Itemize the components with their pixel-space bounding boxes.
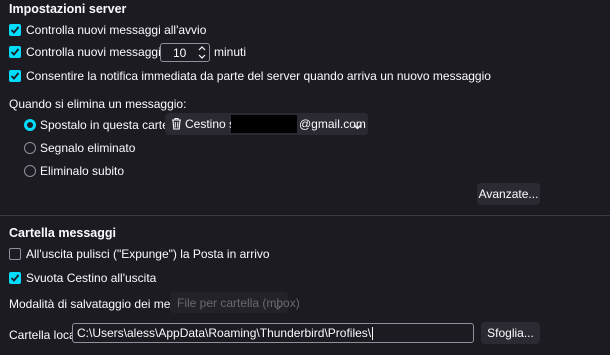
checkmark-icon: [10, 26, 20, 34]
radio-move-to-folder-label[interactable]: Spostalo in questa cartella:: [40, 118, 184, 132]
checkmark-icon: [10, 274, 20, 282]
chevron-down-icon: [353, 119, 362, 133]
check-every-checkbox[interactable]: [9, 46, 21, 58]
trash-icon: [171, 117, 182, 133]
radio-move-to-folder[interactable]: [24, 119, 36, 131]
delete-message-heading: Quando si elimina un messaggio:: [9, 97, 187, 111]
checkmark-icon: [10, 48, 20, 56]
allow-notification-label[interactable]: Consentire la notifica immediata da part…: [26, 69, 491, 83]
storage-type-dropdown[interactable]: File per cartella (mbox): [170, 292, 300, 313]
empty-trash-on-exit-label[interactable]: Svuota Cestino all'uscita: [26, 271, 156, 285]
spin-down-icon[interactable]: [194, 52, 209, 61]
empty-trash-on-exit-checkbox[interactable]: [9, 272, 21, 284]
server-settings-heading: Impostazioni server: [9, 2, 127, 16]
radio-delete-immediately[interactable]: [24, 165, 36, 177]
advanced-button[interactable]: Avanzate...: [477, 183, 540, 205]
trash-folder-dropdown[interactable]: Cestino su @gmail.com: [165, 113, 368, 135]
chevron-down-icon: [274, 299, 282, 313]
local-dir-value: C:\Users\aless\AppData\Roaming\Thunderbi…: [77, 326, 372, 340]
minutes-label: minuti: [214, 45, 247, 59]
check-on-startup-checkbox[interactable]: [9, 24, 21, 36]
browse-button[interactable]: Sfoglia...: [481, 322, 540, 344]
expunge-on-exit-label[interactable]: All'uscita pulisci ("Expunge") la Posta …: [26, 247, 270, 261]
checkmark-icon: [10, 72, 20, 80]
local-dir-input[interactable]: C:\Users\aless\AppData\Roaming\Thunderbi…: [72, 323, 474, 343]
radio-delete-immediately-label[interactable]: Eliminalo subito: [40, 164, 124, 178]
radio-mark-deleted[interactable]: [24, 142, 36, 154]
check-on-startup-label[interactable]: Controlla nuovi messaggi all'avvio: [26, 23, 206, 37]
radio-mark-deleted-label[interactable]: Segnalo eliminato: [40, 141, 135, 155]
text-cursor: [372, 326, 374, 340]
check-interval-value: 10: [173, 46, 187, 60]
message-storage-heading: Cartella messaggi: [9, 226, 116, 240]
section-divider: [0, 215, 610, 216]
expunge-on-exit-checkbox[interactable]: [9, 248, 21, 260]
check-interval-input[interactable]: 10: [160, 43, 210, 62]
redacted-email: [231, 115, 297, 133]
allow-notification-checkbox[interactable]: [9, 70, 21, 82]
